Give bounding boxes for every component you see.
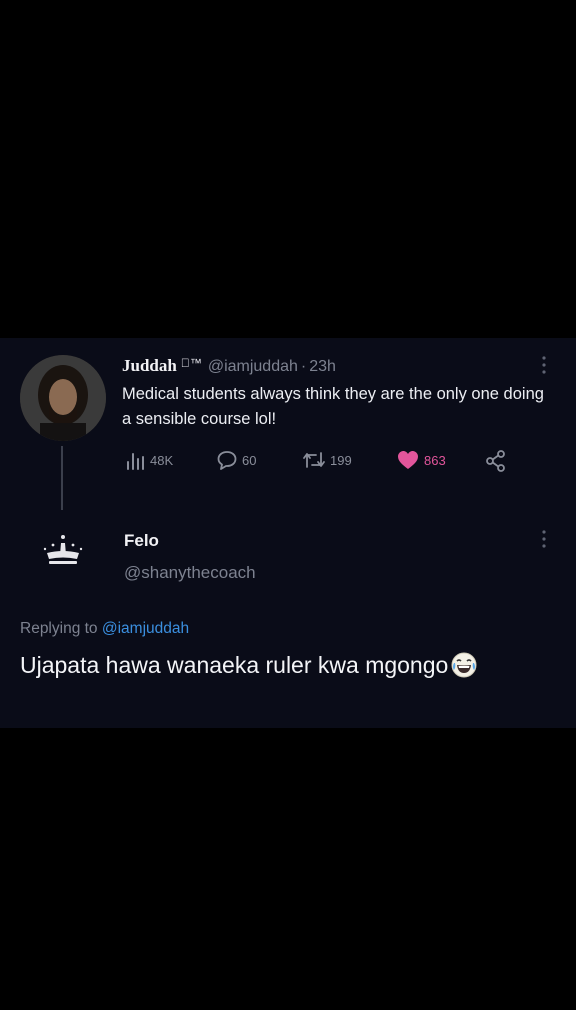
reply-text-block: Ujapata hawa wanaeka ruler kwa mgongo	[20, 647, 540, 683]
tweet-header: Juddah™ @iamjuddah·23h	[122, 356, 336, 376]
views-button[interactable]: 48K	[124, 449, 173, 471]
tweet-time[interactable]: 23h	[309, 358, 336, 375]
avatar[interactable]	[20, 355, 106, 441]
reply-more-icon[interactable]	[540, 529, 548, 549]
reply-author-name[interactable]: Felo	[124, 531, 159, 551]
reply-author-handle[interactable]: @shanythecoach	[124, 563, 256, 583]
separator: ·	[301, 358, 306, 375]
replies-count: 60	[242, 452, 257, 468]
author-handle[interactable]: @iamjuddah	[208, 358, 298, 375]
reply-text: Ujapata hawa wanaeka ruler kwa mgongo	[20, 652, 449, 678]
replying-mention[interactable]: @iamjuddah	[102, 620, 189, 637]
share-icon	[484, 449, 508, 473]
thread-line	[61, 446, 63, 510]
share-button[interactable]	[484, 449, 508, 473]
laughing-emoji-icon	[450, 651, 478, 679]
author-badge: ™	[180, 356, 202, 370]
likes-count: 863	[424, 452, 446, 468]
retweet-icon	[302, 449, 326, 471]
retweets-count: 199	[330, 452, 352, 468]
author-name[interactable]: Juddah	[122, 356, 177, 375]
tweet-text: Medical students always think they are t…	[122, 385, 544, 428]
heart-icon	[396, 449, 420, 471]
more-icon[interactable]	[540, 355, 548, 375]
crown-avatar[interactable]	[41, 533, 85, 569]
reply-button[interactable]: 60	[216, 449, 256, 471]
replying-prefix: Replying to	[20, 620, 98, 637]
retweet-button[interactable]: 199	[302, 449, 352, 471]
like-button[interactable]: 863	[396, 449, 446, 471]
avatar-image	[20, 355, 106, 441]
views-count: 48K	[150, 452, 174, 468]
views-icon	[124, 449, 146, 471]
replying-to: Replying to @iamjuddah	[20, 620, 189, 638]
reply-icon	[216, 449, 238, 471]
